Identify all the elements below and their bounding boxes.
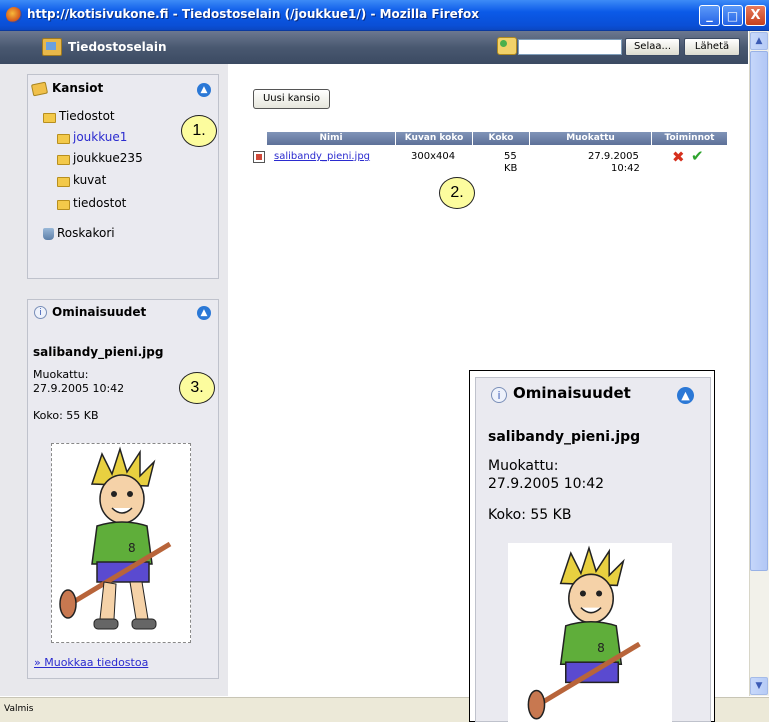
column-header-image-size[interactable]: Kuvan koko [396,132,472,145]
floorball-player-image: 8 [59,446,172,630]
column-header-size[interactable]: Koko [473,132,529,145]
tree-item-tiedostot[interactable]: tiedostot [73,196,126,210]
upload-file-input[interactable] [518,39,622,55]
zoomed-size: Koko: 55 KB [488,507,572,523]
window-title: http://kotisivukone.fi - Tiedostoselain … [27,7,479,21]
send-button[interactable]: Lähetä [684,38,740,56]
tree-item-joukkue235[interactable]: joukkue235 [73,151,143,165]
close-button[interactable]: X [745,5,766,26]
scrollbar-thumb[interactable] [750,51,768,571]
folders-title: Kansiot [52,81,104,95]
file-modified-time: 10:42 [611,163,640,174]
zoomed-modified-value: 27.9.2005 10:42 [488,476,605,492]
folder-icon [57,177,70,187]
properties-filename: salibandy_pieni.jpg [33,345,164,359]
tree-item-tiedostot-root[interactable]: Tiedostot [59,109,115,123]
file-browser-icon [42,38,62,56]
properties-modified-label: Muokattu: [33,368,89,381]
select-check-icon[interactable]: ✔ [691,147,704,165]
status-text: Valmis [4,704,34,714]
svg-text:8: 8 [128,541,136,555]
file-size-number: 55 [504,151,517,162]
collapse-folders-icon[interactable]: ▲ [197,83,211,97]
folder-icon [57,134,70,144]
properties-title: Ominaisuudet [52,305,147,319]
firefox-icon [6,7,22,23]
folder-icon [57,155,70,165]
tree-item-joukkue1[interactable]: joukkue1 [73,130,127,144]
file-size-unit: KB [504,163,518,174]
zoomed-properties-title: Ominaisuudet [513,384,631,402]
properties-modified-value: 27.9.2005 10:42 [33,382,125,395]
collapse-properties-icon[interactable]: ▲ [197,306,211,320]
zoomed-filename: salibandy_pieni.jpg [488,429,641,445]
folders-panel [27,74,219,279]
scroll-down-icon[interactable]: ▼ [750,677,768,695]
scroll-up-icon[interactable]: ▲ [750,32,768,50]
properties-size: Koko: 55 KB [33,409,99,422]
column-header-name[interactable]: Nimi [267,132,395,145]
callout-3: 3. [179,372,215,404]
app-title: Tiedostoselain [68,40,167,54]
zoomed-collapse-icon[interactable]: ▲ [677,387,694,404]
folder-icon [43,113,56,123]
column-header-actions: Toiminnot [652,132,727,145]
maximize-button[interactable]: □ [722,5,743,26]
callout-1: 1. [181,115,217,147]
new-folder-button[interactable]: Uusi kansio [253,89,330,109]
minimize-button[interactable]: _ [699,5,720,26]
svg-text:8: 8 [597,641,605,655]
column-header-modified[interactable]: Muokattu [530,132,651,145]
file-dimensions: 300x404 [411,151,456,162]
zoomed-floorball-player-image: 8 [527,545,641,720]
browse-button[interactable]: Selaa... [625,38,680,56]
callout-2: 2. [439,177,475,209]
info-icon: i [34,306,47,319]
zoomed-image-preview: 8 [508,543,672,722]
tree-item-roskakori[interactable]: Roskakori [57,226,115,240]
tree-item-kuvat[interactable]: kuvat [73,173,106,187]
trash-icon [43,228,54,240]
upload-folder-icon [497,37,517,55]
folder-icon [57,200,70,210]
zoomed-modified-label: Muokattu: [488,458,559,474]
edit-file-link[interactable]: » Muokkaa tiedostoa [34,656,148,669]
file-modified-date: 27.9.2005 [588,151,639,162]
zoomed-info-icon: i [491,387,507,403]
delete-icon[interactable]: ✖ [672,148,685,166]
file-name-link[interactable]: salibandy_pieni.jpg [274,151,370,162]
image-preview: 8 [51,443,191,643]
image-file-icon [253,151,265,163]
